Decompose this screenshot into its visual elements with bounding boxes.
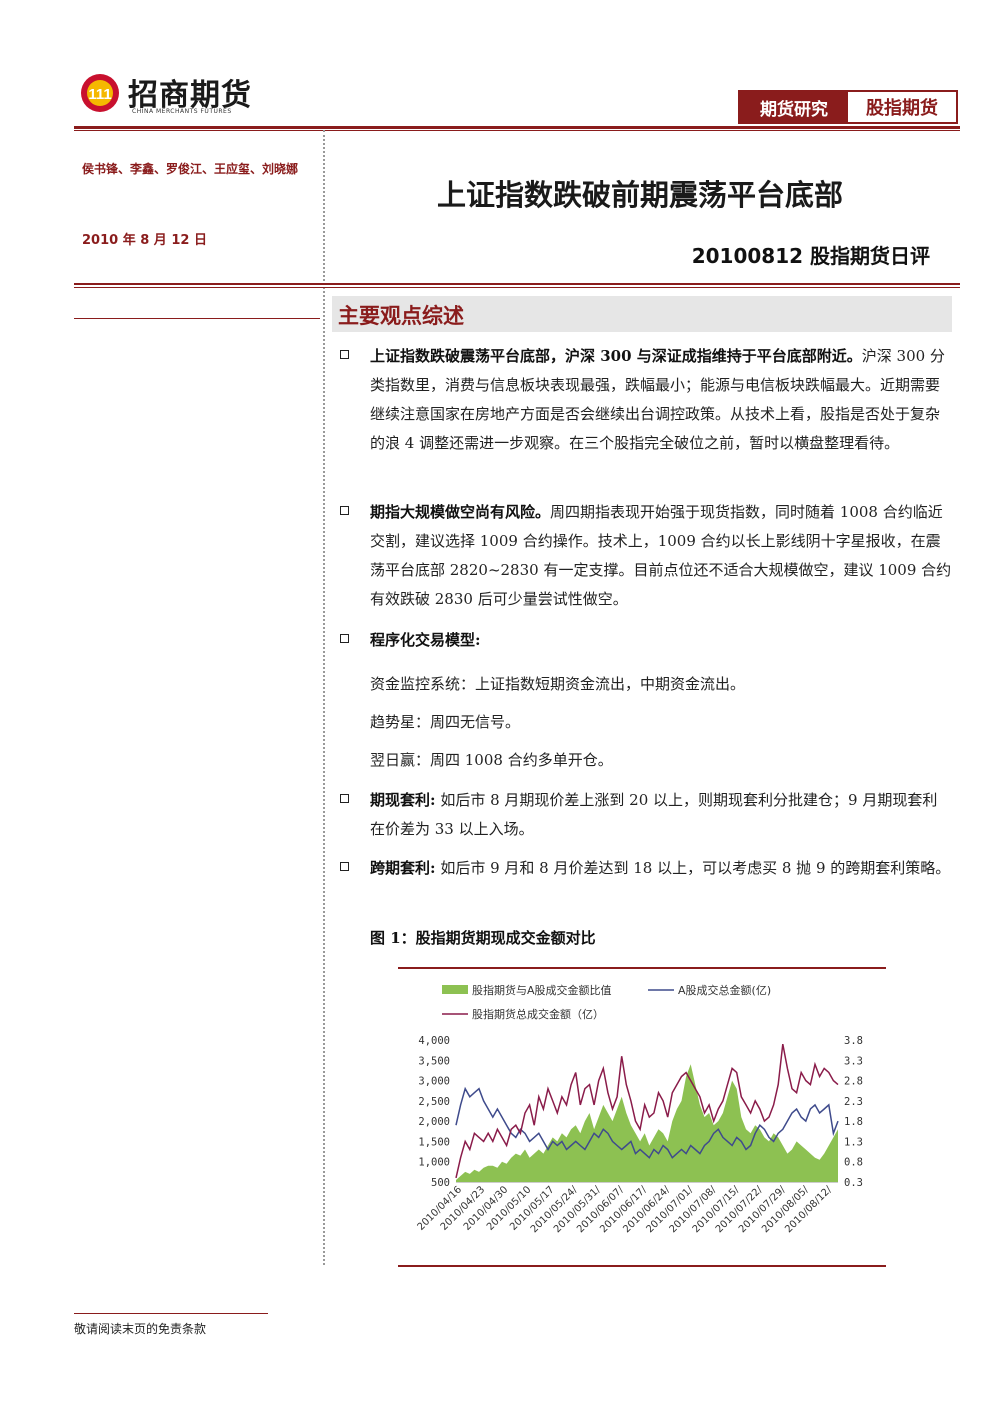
report-date: 2010 年 8 月 12 日 [82,233,207,248]
y-left-tick-label: 4,000 [418,1035,450,1047]
page-title: 上证指数跌破前期震荡平台底部 [436,178,843,212]
y-right-tick-label: 3.8 [844,1035,863,1047]
bullet-lead: 期指大规模做空尚有风险。 [370,503,551,521]
footer-disclaimer: 敬请阅读末页的免责条款 [74,1322,207,1336]
subtitle-rule-thin [74,287,960,288]
bullet-lead: 上证指数跌破震荡平台底部，沪深 300 与深证成指维持于平台底部附近。 [370,347,862,365]
tag-futures-research: 期货研究 [740,92,848,122]
checkbox-bullet-icon [340,350,349,359]
y-left-tick-label: 1,000 [418,1157,450,1169]
bullet-item: 期指大规模做空尚有风险。周四期指表现开始强于现货指数，同时随着 1008 合约临… [340,498,952,614]
column-divider [323,130,325,1265]
legend-label: A股成交总金额(亿) [678,983,771,997]
tag-index-futures: 股指期货 [866,98,938,119]
bullet-text: 如后市 9 月和 8 月价差达到 18 以上，可以考虑买 8 抛 9 的跨期套利… [435,859,951,877]
y-right-tick-label: 1.8 [844,1116,863,1128]
checkbox-bullet-icon [340,794,349,803]
checkbox-bullet-icon [340,862,349,871]
y-right-tick-label: 2.8 [844,1076,863,1088]
chart-bottom-rule [398,1265,886,1267]
header-rule [74,126,960,129]
bullet-item: 上证指数跌破震荡平台底部，沪深 300 与深证成指维持于平台底部附近。沪深 30… [340,342,952,458]
bullet-text: 如后市 8 月期现价差上涨到 20 以上，则期现套利分批建仓；9 月期现套利在价… [370,791,938,838]
y-left-tick-label: 3,500 [418,1055,450,1067]
page-subtitle: 20100812 股指期货日评 [691,244,930,268]
bullet-item: 期现套利: 如后市 8 月期现价差上涨到 20 以上，则期现套利分批建仓；9 月… [340,786,952,844]
logo-icon: 111 [81,74,119,112]
turnover-chart: 股指期货与A股成交金额比值 A股成交总金额(亿) 股指期货总成交金额（亿） 4,000… [416,983,863,1235]
left-rule [74,318,320,319]
y-right-tick-label: 0.3 [844,1177,863,1189]
y-right-tick-label: 2.3 [844,1096,863,1108]
section-title: 主要观点综述 [338,304,464,328]
legend-label: 股指期货总成交金额（亿） [472,1007,604,1021]
authors: 侯书锋、李鑫、罗俊江、王应玺、刘晓娜 [82,162,299,176]
bullet-item: 程序化交易模型: [340,626,952,655]
category-tag: 期货研究 股指期货 [738,90,958,124]
bullet-lead: 期现套利: [370,791,436,809]
model-line: 资金监控系统：上证指数短期资金流出，中期资金流出。 [370,675,746,693]
bullet-lead: 跨期套利: [370,859,436,877]
y-left-tick-label: 2,500 [418,1096,450,1108]
logo-english: CHINA MERCHANTS FUTURES [132,108,232,115]
checkbox-bullet-icon [340,634,349,643]
figure-title: 图 1：股指期货期现成交金额对比 [370,929,596,947]
svg-text:111: 111 [88,86,111,103]
y-left-tick-label: 1,500 [418,1136,450,1148]
y-left-tick-label: 500 [431,1177,450,1189]
bullet-lead: 程序化交易模型: [370,631,481,649]
y-right-tick-label: 0.8 [844,1157,863,1169]
legend-swatch [442,985,468,994]
footer-rule [74,1313,268,1314]
y-left-tick-label: 2,000 [418,1116,450,1128]
checkbox-bullet-icon [340,506,349,515]
y-right-tick-label: 3.3 [844,1055,863,1067]
subtitle-rule [74,283,960,285]
model-line: 翌日赢：周四 1008 合约多单开仓。 [370,751,613,769]
ratio-area-series [456,1064,838,1182]
chart-top-rule [398,967,886,969]
legend-label: 股指期货与A股成交金额比值 [472,983,612,997]
model-line: 趋势星：周四无信号。 [370,713,521,731]
header-rule-thin [74,130,960,131]
bullet-item: 跨期套利: 如后市 9 月和 8 月价差达到 18 以上，可以考虑买 8 抛 9… [340,854,952,883]
y-right-tick-label: 1.3 [844,1136,863,1148]
y-left-tick-label: 3,000 [418,1076,450,1088]
